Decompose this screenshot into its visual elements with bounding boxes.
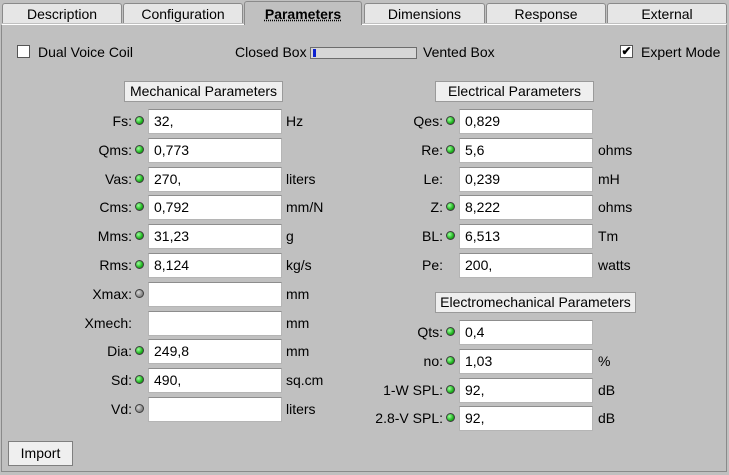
status-led-icon xyxy=(446,327,455,336)
parameter-label: Qes: xyxy=(413,113,443,129)
status-led-icon xyxy=(446,144,455,154)
parameter-unit: % xyxy=(598,352,611,369)
checkmark-icon: ✔ xyxy=(621,44,632,58)
parameter-input[interactable]: 0,829 xyxy=(459,109,593,134)
parameter-label: Qts: xyxy=(417,324,443,340)
tab-external[interactable]: External xyxy=(607,3,727,23)
parameter-unit: ohms xyxy=(598,141,633,158)
parameter-unit: mH xyxy=(598,170,620,187)
parameter-row: no: 1,03% xyxy=(0,348,729,374)
parameter-row: Qts: 0,4 xyxy=(0,320,729,345)
parameter-input[interactable]: 8,222 xyxy=(459,195,593,221)
parameter-row: Xmax: mm xyxy=(0,281,729,307)
parameter-row: Z: 8,222 ohms xyxy=(0,195,729,221)
parameter-label: BL: xyxy=(421,228,443,245)
import-button[interactable]: Import xyxy=(8,441,73,466)
parameter-label: Z: xyxy=(430,199,443,216)
parameter-row: Qes: 0,829 xyxy=(0,109,729,134)
parameter-input[interactable] xyxy=(148,281,282,307)
slider-thumb[interactable] xyxy=(313,49,316,57)
parameter-unit: dB xyxy=(598,381,616,398)
parameter-label: Pe: xyxy=(421,257,443,273)
parameter-label: 2.8-V SPL: xyxy=(375,410,443,427)
tab-dimensions[interactable]: Dimensions xyxy=(364,3,485,23)
dual-voice-coil-label: Dual Voice Coil xyxy=(38,44,133,60)
parameter-label: Le: xyxy=(423,170,443,187)
status-led-icon xyxy=(446,116,455,125)
parameter-unit: dB xyxy=(598,410,616,427)
parameter-unit: mm xyxy=(286,285,310,302)
dual-voice-coil-checkbox[interactable] xyxy=(17,45,30,58)
parameter-unit: Tm xyxy=(598,228,619,245)
parameter-label: Re: xyxy=(421,141,443,158)
status-led-icon xyxy=(446,231,455,241)
status-led-icon xyxy=(446,355,455,365)
status-led-icon xyxy=(446,384,455,394)
parameter-row: Le: 0,239 mH xyxy=(0,166,729,192)
parameter-unit: watts xyxy=(598,257,631,273)
parameter-row: 2.8-V SPL: 92, dB xyxy=(0,406,729,432)
tab-description[interactable]: Description xyxy=(2,3,122,23)
parameter-input[interactable]: 92, xyxy=(459,406,593,432)
parameter-row: Pe: 200, watts xyxy=(0,253,729,278)
status-led-icon xyxy=(135,288,144,298)
status-led-icon xyxy=(446,202,455,212)
parameter-input[interactable]: 1,03 xyxy=(459,348,593,374)
parameter-input[interactable]: 0,239 xyxy=(459,166,593,192)
parameter-label: Xmax: xyxy=(92,285,132,302)
box-type-slider[interactable] xyxy=(310,47,417,59)
parameter-input[interactable]: 0,4 xyxy=(459,320,593,345)
expert-mode-checkbox[interactable]: ✔ xyxy=(620,45,633,58)
parameter-label: no: xyxy=(423,352,443,369)
mechanical-parameters-header: Mechanical Parameters xyxy=(124,81,283,102)
parameter-input[interactable]: 92, xyxy=(459,377,593,403)
tab-configuration[interactable]: Configuration xyxy=(123,3,243,23)
tab-bar: Description Configuration Parameters Dim… xyxy=(0,0,729,25)
expert-mode-label: Expert Mode xyxy=(641,44,721,60)
parameter-row: 1-W SPL: 92, dB xyxy=(0,377,729,403)
status-led-icon xyxy=(446,413,455,423)
vented-box-label: Vented Box xyxy=(423,44,495,60)
closed-box-label: Closed Box xyxy=(235,44,307,60)
parameter-row: BL: 6,513 Tm xyxy=(0,224,729,250)
parameter-input[interactable]: 5,6 xyxy=(459,137,593,163)
parameter-unit: ohms xyxy=(598,199,633,216)
parameter-label: 1-W SPL: xyxy=(383,381,443,398)
tab-response[interactable]: Response xyxy=(486,3,606,23)
parameter-input[interactable]: 200, xyxy=(459,253,593,278)
parameter-input[interactable]: 6,513 xyxy=(459,224,593,250)
tab-parameters[interactable]: Parameters xyxy=(244,1,362,25)
parameter-row: Re: 5,6 ohms xyxy=(0,137,729,163)
electrical-parameters-header: Electrical Parameters xyxy=(435,81,594,102)
